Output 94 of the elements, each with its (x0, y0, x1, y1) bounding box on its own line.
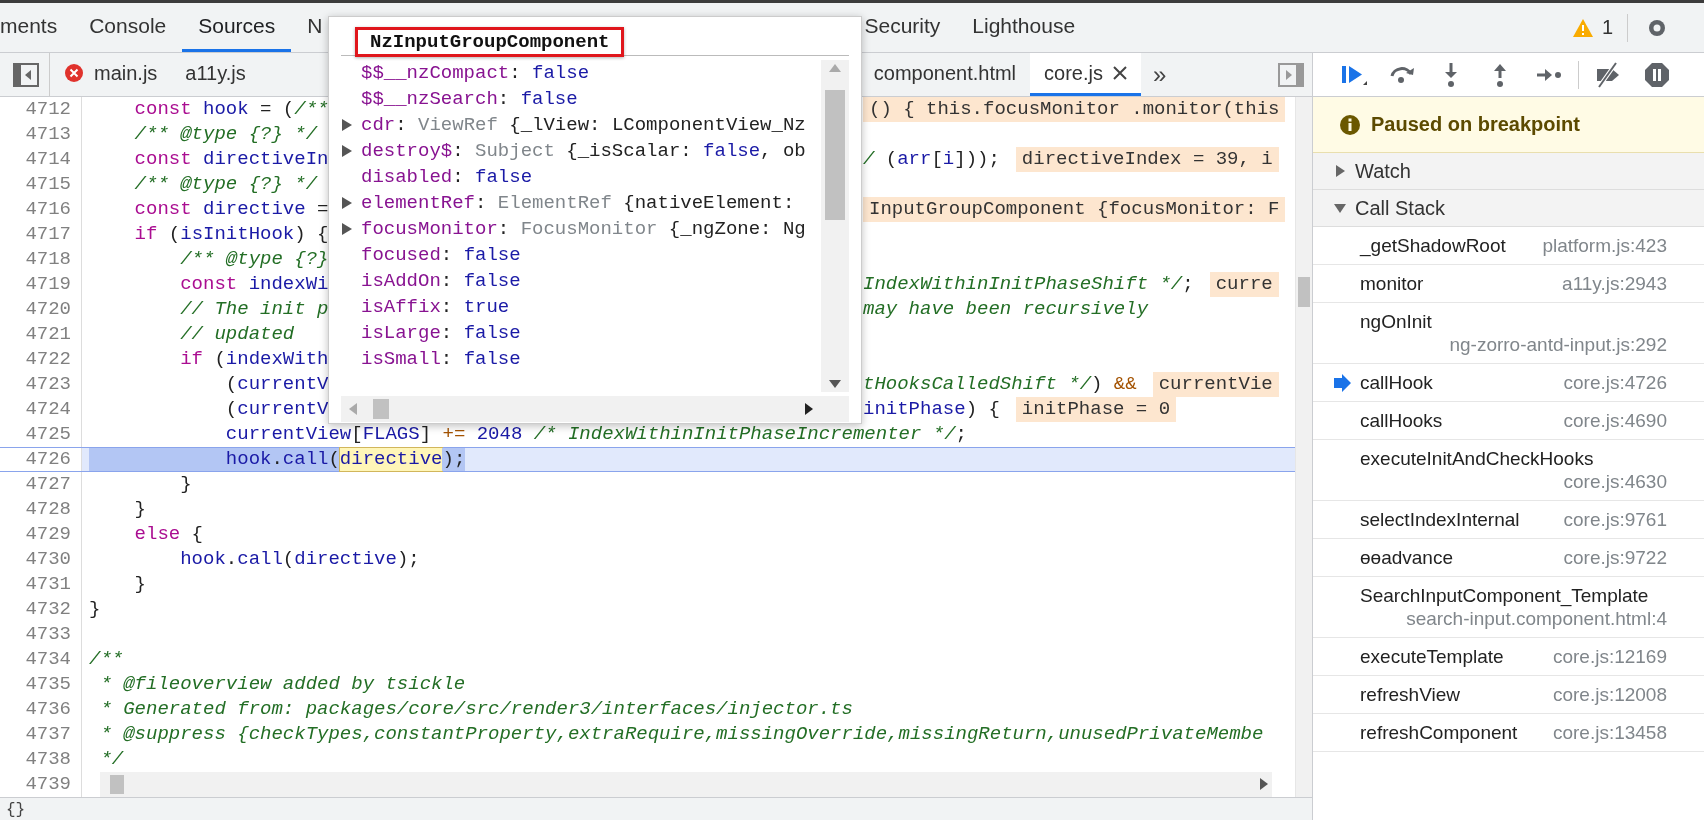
property-text: isSmall: false (361, 347, 521, 372)
call-frame[interactable]: ngOnInit ng-zorro-antd-input.js:292 (1313, 303, 1704, 364)
call-frame[interactable]: monitor a11y.js:2943 (1313, 265, 1704, 303)
code-text: tHooksCalledShift */) && (863, 372, 1137, 397)
property-text: cdr: ViewRef {_lView: LComponentView_Nz (361, 113, 806, 138)
file-tab[interactable]: component.html (859, 53, 1031, 96)
code-text: const directiveIn (133, 148, 329, 170)
code-text: IndexWithinInitPhaseShift */; (863, 272, 1194, 297)
inline-value: initPhase = 0 (1015, 397, 1177, 422)
code-text: /** (89, 647, 124, 672)
property-text: $$__nzCompact: false (361, 61, 590, 86)
panel-tab[interactable]: N (291, 3, 339, 52)
sidebar-toggle-icon[interactable] (13, 62, 39, 87)
call-frame[interactable]: refreshView core.js:12008 (1313, 676, 1704, 714)
call-frame[interactable]: callHook core.js:4726 (1313, 364, 1704, 402)
call-frame[interactable]: selectIndexInternal core.js:9761 (1313, 501, 1704, 539)
property-text: isLarge: false (361, 321, 521, 346)
code-text: /** @type {?} */ (133, 172, 318, 197)
code-text: if (isInitHook) { (133, 222, 329, 247)
property-text: isAddOn: false (361, 269, 521, 294)
expand-arrow-icon[interactable] (341, 196, 353, 210)
pause-on-exceptions-icon[interactable] (1643, 60, 1671, 89)
close-icon[interactable] (1112, 66, 1127, 80)
call-frame[interactable]: ɵɵadvance core.js:9722 (1313, 539, 1704, 577)
code-text: } (89, 597, 101, 622)
call-frame[interactable]: executeTemplate core.js:12169 (1313, 638, 1704, 676)
code-text: /** @type {?} (179, 247, 329, 272)
call-frame[interactable]: SearchInputComponent_Template search-input.component.html:4 (1313, 577, 1704, 638)
inline-value: InputGroupComponent {focusMonitor: F (863, 197, 1286, 222)
vertical-scrollbar[interactable] (1295, 97, 1312, 797)
code-text: hook.call( (89, 448, 340, 471)
property-text: destroy$: Subject {_isScalar: false, ob (361, 139, 806, 164)
warning-icon (1571, 17, 1594, 38)
code-text: (currentV (224, 398, 329, 420)
code-text: hook.call(directive); (179, 547, 420, 572)
code-text: (currentV (224, 373, 329, 395)
panel-tab[interactable]: Console (73, 3, 183, 52)
inline-value: () { this.focusMonitor .monitor(this (863, 97, 1286, 122)
file-tab[interactable]: a11y.js (171, 53, 260, 96)
section-header[interactable]: Call Stack (1313, 190, 1704, 227)
code-text: currentView[FLAGS] += 2048 /* IndexWithinInitPhaseIncrementer */; (224, 422, 967, 447)
info-icon (1339, 113, 1361, 136)
property-text: isAffix: true (361, 295, 510, 320)
property-text: $$__nzSearch: false (361, 87, 578, 112)
code-text: // updated (179, 322, 295, 347)
code-text: * Generated from: packages/core/src/render3/interfaces/injector.ts (99, 697, 853, 722)
call-frame[interactable]: callHooks core.js:4690 (1313, 402, 1704, 440)
file-tab[interactable]: main.js (50, 53, 172, 96)
code-text: / (arr[i])); (863, 147, 1000, 172)
code-text: * @fileoverview added by tsickle (99, 672, 466, 697)
warnings-button[interactable]: 1 (1557, 16, 1627, 39)
expand-arrow-icon[interactable] (341, 118, 353, 132)
section-header[interactable]: Watch (1313, 153, 1704, 190)
code-text: } (133, 572, 146, 597)
code-text: * @suppress {checkTypes,constantProperty,extraRequire,missingOverride,missingReturn,unusedPrivateMembe (99, 722, 1264, 747)
inline-value: currentVie (1152, 372, 1279, 397)
call-frame[interactable]: executeInitAndCheckHooks core.js:4630 (1313, 440, 1704, 501)
code-text: initPhase) { (863, 397, 1000, 422)
call-frame[interactable]: _getShadowRoot platform.js:423 (1313, 227, 1704, 265)
code-text: may have been recursively (863, 297, 1149, 322)
paused-message: Paused on breakpoint (1371, 113, 1580, 136)
code-text: } (179, 472, 192, 497)
code-text: else { (133, 522, 204, 547)
hovered-word: directive (339, 448, 443, 471)
file-tab[interactable]: core.js (1030, 53, 1141, 96)
vertical-scrollbar[interactable] (821, 60, 849, 392)
property-text: focusMonitor: FocusMonitor {_ngZone: Ng (361, 217, 806, 242)
inline-value: curre (1209, 272, 1279, 297)
horizontal-scrollbar[interactable] (100, 772, 1272, 797)
expand-arrow-icon[interactable] (341, 144, 353, 158)
property-text: disabled: false (361, 165, 533, 190)
panel-tab[interactable]: Lighthouse (956, 3, 1092, 52)
property-text: focused: false (361, 243, 521, 268)
code-text: // The init p (179, 298, 329, 320)
code-text: if (indexWith (179, 347, 329, 372)
code-text: ); (442, 448, 466, 471)
property-text: elementRef: ElementRef {nativeElement: (361, 191, 795, 216)
code-text: */ (99, 747, 124, 772)
code-text: const directive = (133, 198, 329, 220)
more-tabs-button[interactable]: » (1140, 53, 1179, 96)
panel-tab[interactable]: Security (848, 3, 957, 52)
code-text: const hook = (/** (133, 98, 329, 120)
pretty-print-button[interactable]: {} (6, 801, 26, 819)
inline-value: directiveIndex = 39, i (1015, 147, 1279, 172)
expand-arrow-icon[interactable] (341, 222, 353, 236)
sidebar-toggle-icon[interactable] (1278, 62, 1304, 87)
code-text: const indexWi (179, 273, 329, 295)
code-text: /** @type {?} */ (133, 122, 318, 147)
panel-tab[interactable]: ments (0, 3, 74, 52)
object-class-name: NzInputGroupComponent (355, 27, 625, 57)
horizontal-scrollbar[interactable] (341, 396, 849, 422)
call-frame[interactable]: refreshComponent core.js:13458 (1313, 714, 1704, 752)
code-text: } (133, 497, 146, 522)
line-number: 4726 (0, 448, 82, 471)
